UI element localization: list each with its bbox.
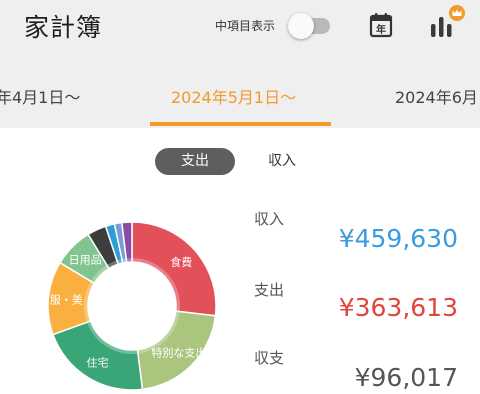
income-value: ¥459,630 xyxy=(338,224,458,253)
category-donut-chart[interactable]: 食費特別な支出住宅 服・美 日用品 xyxy=(36,210,228,394)
expense-label: 支出 xyxy=(254,281,285,299)
donut-slice-label: 食費 xyxy=(170,255,192,269)
toggle-knob xyxy=(288,13,314,39)
donut-slice-label: 服・美 xyxy=(50,294,83,307)
calendar-year-icon[interactable]: 年 xyxy=(369,12,393,38)
calendar-icon-text: 年 xyxy=(376,23,386,36)
mid-item-display-label: 中項目表示 xyxy=(215,19,276,33)
donut-slice-label: 住宅 xyxy=(87,355,109,369)
bar-chart-crown-icon[interactable] xyxy=(428,4,468,40)
balance-value: ¥96,017 xyxy=(354,363,458,392)
income-label: 収入 xyxy=(254,210,285,228)
donut-hole xyxy=(88,262,176,350)
date-tab-next[interactable]: 2024年6月 xyxy=(395,84,478,108)
donut-slice-label: 日用品 xyxy=(69,254,102,267)
segment-expense-button[interactable]: 支出 xyxy=(155,148,235,175)
mid-item-display-toggle[interactable] xyxy=(288,13,334,39)
date-tab-current[interactable]: 2024年5月1日〜 xyxy=(171,84,296,108)
date-tab-prev[interactable]: 年4月1日〜 xyxy=(0,84,80,108)
balance-label: 収支 xyxy=(254,349,285,367)
app-title: 家計簿 xyxy=(24,13,103,42)
active-tab-indicator xyxy=(150,122,331,126)
segment-income-button[interactable]: 収入 xyxy=(268,148,308,175)
expense-value: ¥363,613 xyxy=(338,293,458,322)
donut-slice-label: 特別な支出 xyxy=(151,345,206,359)
